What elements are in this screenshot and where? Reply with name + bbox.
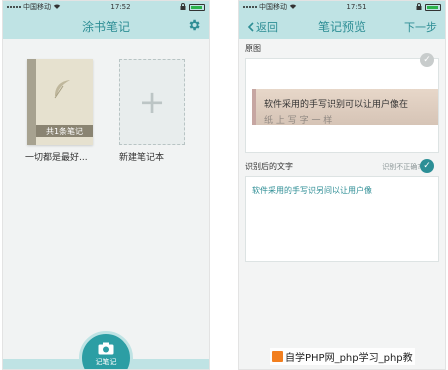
next-button[interactable]: 下一步 <box>404 19 437 35</box>
plus-icon: + <box>138 83 166 121</box>
check-icon[interactable]: ✓ <box>420 53 434 67</box>
back-label: 返回 <box>256 21 278 34</box>
carrier-label: 中国移动 <box>259 3 287 11</box>
battery-icon <box>425 3 441 11</box>
status-bar: 中国移动 17:52 <box>3 1 209 13</box>
nav-bar: 涂书笔记 <box>3 13 209 39</box>
watermark-text: 自学PHP网_php学习_php教 <box>285 353 413 364</box>
note-count-badge: 共1条笔记 <box>36 125 93 137</box>
original-image-label: 原图 <box>245 44 261 53</box>
time-label: 17:51 <box>346 3 367 11</box>
notebooks-screen: 中国移动 17:52 涂书笔记 共1条笔记 一切都是最好... + 新建笔记本 <box>2 0 210 370</box>
wifi-icon <box>53 3 61 12</box>
handwriting-photo: 软件采用的手写识别可以让用户像在 纸 上 写 字 一 样 <box>252 89 438 126</box>
lock-icon <box>416 2 422 12</box>
lock-icon <box>180 2 186 12</box>
nav-bar: 返回 笔记预览 下一步 <box>239 13 445 39</box>
note-preview-screen: 中国移动 17:51 返回 笔记预览 下一步 原图 ✓ 软件采用的手写识别可以让… <box>238 0 446 370</box>
site-logo-icon <box>272 351 283 362</box>
page-title: 涂书笔记 <box>81 19 130 34</box>
notebook-title[interactable]: 一切都是最好... <box>25 150 101 163</box>
original-image-card[interactable]: ✓ 软件采用的手写识别可以让用户像在 纸 上 写 字 一 样 <box>245 53 439 153</box>
feather-icon <box>50 77 74 101</box>
new-notebook-label[interactable]: 新建笔记本 <box>119 150 195 163</box>
gear-icon[interactable] <box>187 18 201 32</box>
time-label: 17:52 <box>110 3 131 11</box>
carrier-label: 中国移动 <box>23 3 51 11</box>
recognized-text-card[interactable]: ✓ 软件采用的手写识另间以让用户像 <box>245 159 439 262</box>
result-header: 识别后的文字 识别不正确? <box>239 155 445 174</box>
notebook-cover[interactable]: 共1条笔记 <box>27 59 93 145</box>
camera-icon <box>98 342 114 355</box>
back-button[interactable]: 返回 <box>247 19 278 35</box>
page-title: 笔记预览 <box>317 19 366 34</box>
new-notebook-button[interactable]: + <box>119 59 185 145</box>
take-note-label: 记笔记 <box>95 358 117 366</box>
signal-icon <box>243 6 257 8</box>
battery-icon <box>189 3 205 11</box>
recognized-text-label: 识别后的文字 <box>245 162 293 171</box>
photo-text-line: 软件采用的手写识别可以让用户像在 <box>264 100 409 110</box>
take-note-button[interactable]: 记笔记 <box>79 331 133 369</box>
chevron-left-icon <box>247 22 254 32</box>
watermark: 自学PHP网_php学习_php教 <box>270 348 415 365</box>
photo-text-line: 纸 上 写 字 一 样 <box>264 116 333 126</box>
check-icon[interactable]: ✓ <box>420 159 434 173</box>
report-wrong-link[interactable]: 识别不正确? <box>382 162 421 172</box>
signal-icon <box>7 6 21 8</box>
status-bar: 中国移动 17:51 <box>239 1 445 13</box>
recognized-text[interactable]: 软件采用的手写识另间以让用户像 <box>246 177 438 204</box>
wifi-icon <box>289 3 297 12</box>
